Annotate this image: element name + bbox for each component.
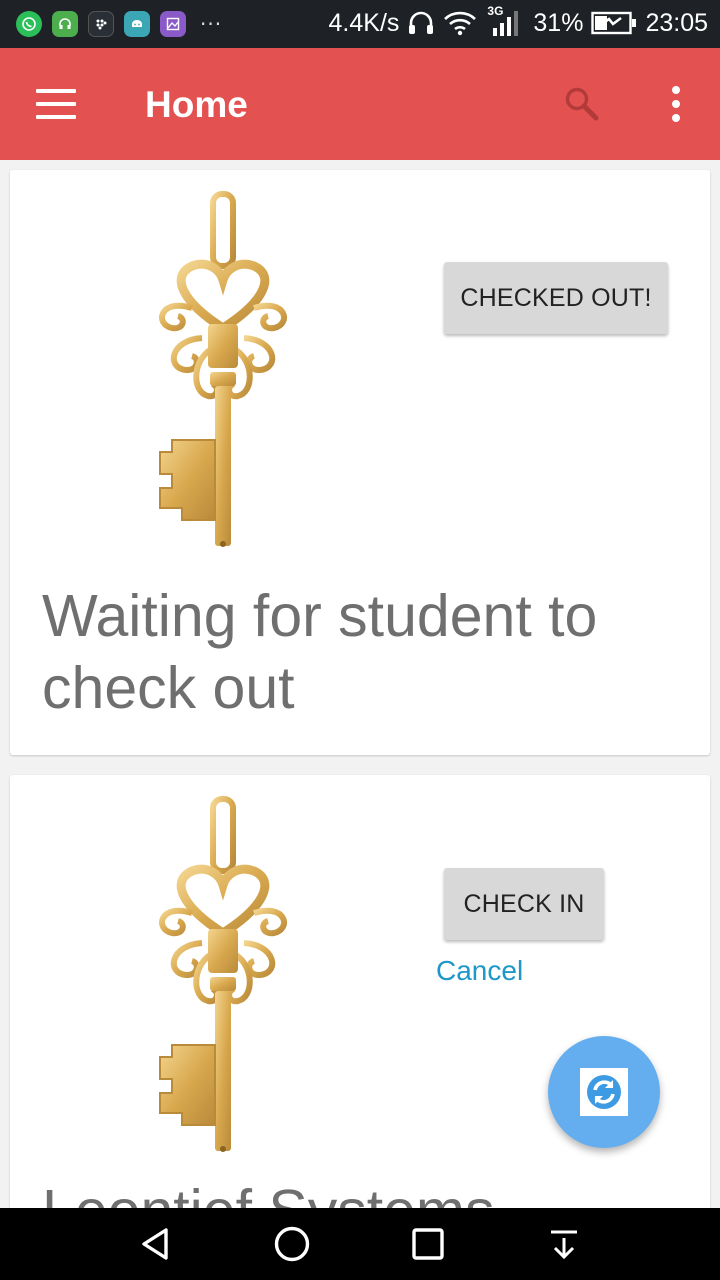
whatsapp-icon xyxy=(16,11,42,37)
card-status-text: Waiting for student to check out xyxy=(42,583,598,721)
system-status: 4.4K/s 3G 31% 23:05 xyxy=(328,4,708,38)
system-navigation-bar xyxy=(0,1208,720,1280)
android-icon xyxy=(124,11,150,37)
cancel-link[interactable]: Cancel xyxy=(436,955,523,987)
item-card: CHECKED OUT! Waiting for student to chec… xyxy=(10,170,710,755)
blackberry-icon xyxy=(88,11,114,37)
refresh-fab[interactable] xyxy=(548,1036,660,1148)
gold-heart-key-image xyxy=(159,191,287,547)
clock: 23:05 xyxy=(645,8,708,37)
signal-indicator: 3G xyxy=(485,4,525,38)
check-in-button[interactable]: CHECK IN xyxy=(444,868,604,940)
network-speed: 4.4K/s xyxy=(328,8,400,37)
overflow-menu-icon[interactable] xyxy=(662,84,690,124)
headset-app-icon xyxy=(52,11,78,37)
home-icon[interactable] xyxy=(272,1224,312,1264)
notification-icons: ··· xyxy=(16,11,222,37)
search-icon[interactable] xyxy=(562,84,602,124)
status-bar: ··· 4.4K/s 3G 31% 23:05 xyxy=(0,0,720,48)
refresh-icon xyxy=(580,1068,628,1116)
menu-icon[interactable] xyxy=(36,89,76,119)
checked-out-button[interactable]: CHECKED OUT! xyxy=(444,262,668,334)
headphones-icon xyxy=(409,11,434,34)
signal-strength-icon xyxy=(493,11,519,36)
more-notifications-indicator: ··· xyxy=(200,12,223,36)
gold-heart-key-image xyxy=(159,796,287,1152)
battery-percent: 31% xyxy=(533,8,584,37)
back-icon[interactable] xyxy=(136,1224,176,1264)
notification-pulldown-icon[interactable] xyxy=(544,1224,584,1264)
wifi-icon xyxy=(444,11,477,36)
app-bar: Home xyxy=(0,48,720,160)
card-title-text: Leontief Systems xyxy=(42,1175,682,1208)
recent-apps-icon[interactable] xyxy=(408,1224,448,1264)
gallery-icon xyxy=(160,11,186,37)
page-title: Home xyxy=(145,84,248,125)
battery-charging-icon xyxy=(591,11,637,35)
